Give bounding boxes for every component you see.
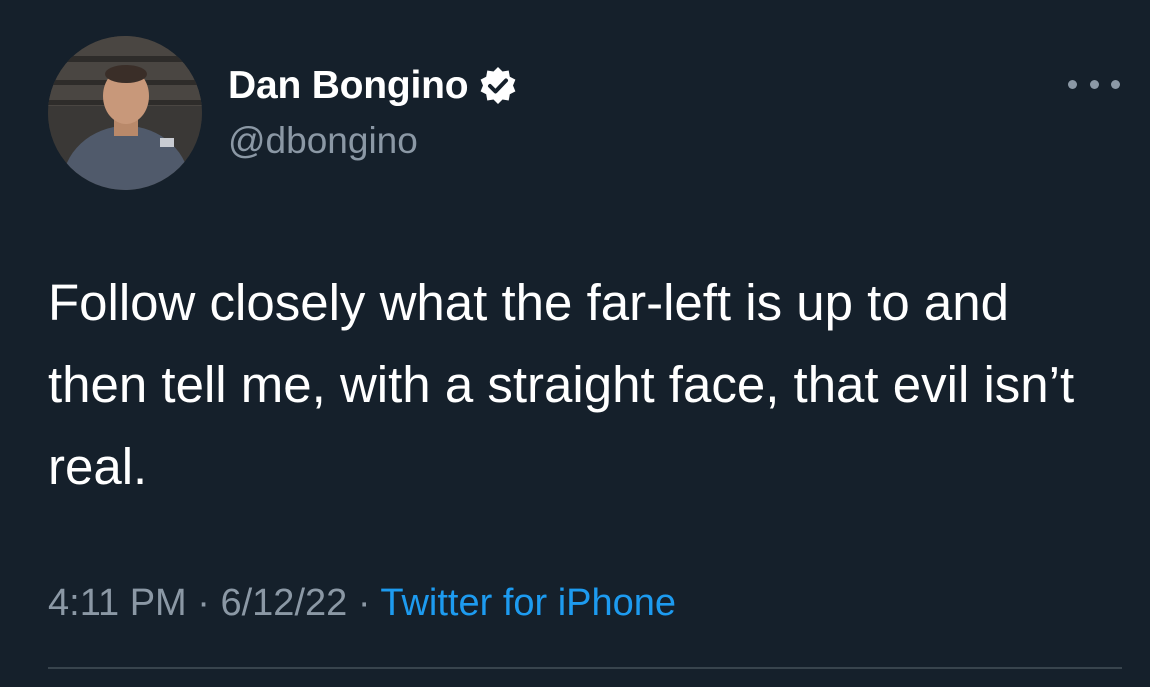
dot xyxy=(1089,79,1099,89)
avatar-image xyxy=(48,36,202,190)
author-handle[interactable]: @dbongino xyxy=(228,120,418,162)
avatar[interactable] xyxy=(48,36,202,190)
divider xyxy=(48,667,1122,669)
tweet-text: Follow closely what the far-left is up t… xyxy=(48,274,1075,495)
tweet-time[interactable]: 4:11 PM xyxy=(48,582,187,624)
meta-separator: · xyxy=(197,582,210,624)
author-name-row[interactable]: Dan Bongino xyxy=(228,62,518,110)
tweet-source-link[interactable]: Twitter for iPhone xyxy=(380,582,676,624)
verified-badge-icon xyxy=(478,66,518,106)
display-name[interactable]: Dan Bongino xyxy=(228,64,469,108)
tweet-card: Dan Bongino @dbongino Follow closely wha… xyxy=(0,0,1150,687)
dot xyxy=(1111,79,1120,89)
dot xyxy=(1068,79,1077,89)
tweet-date[interactable]: 6/12/22 xyxy=(220,582,347,624)
meta-separator: · xyxy=(357,582,371,624)
more-options-icon[interactable] xyxy=(1068,72,1120,96)
tweet-metadata: 4:11 PM · 6/12/22 · Twitter for iPhone xyxy=(48,582,676,625)
